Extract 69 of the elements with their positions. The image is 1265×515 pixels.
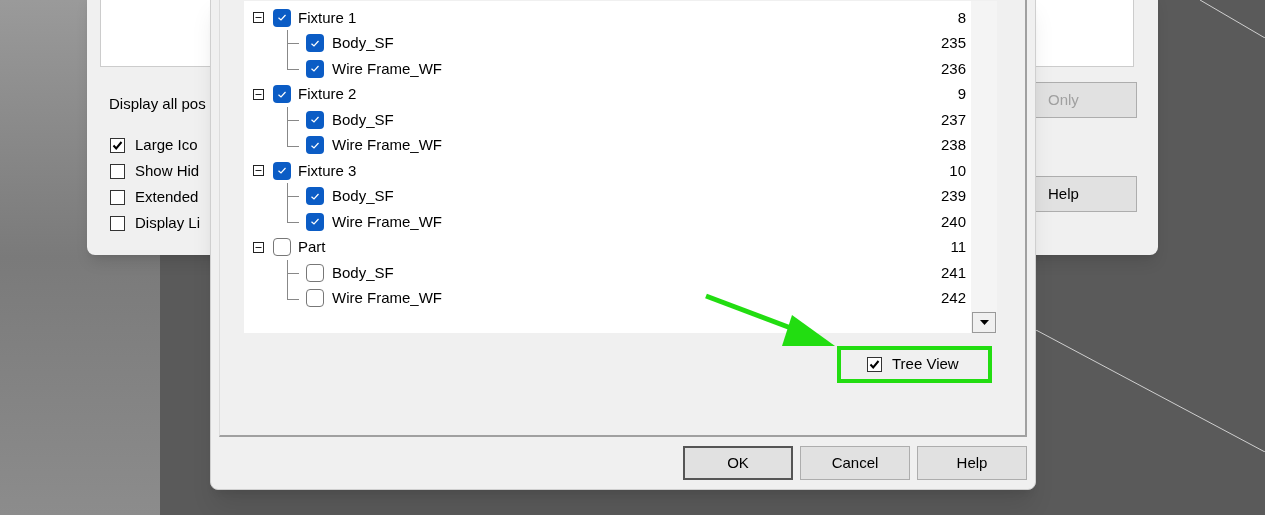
check-icon <box>311 39 319 47</box>
item-number: 9 <box>957 84 966 104</box>
check-icon <box>311 141 319 149</box>
checkbox[interactable] <box>306 59 324 78</box>
tree-item-label[interactable]: Wire Frame_WF <box>332 134 442 157</box>
tree-item-label[interactable]: Body_SF <box>332 32 394 55</box>
tree-item-label[interactable]: Body_SF <box>332 185 394 208</box>
item-number: 237 <box>940 109 966 130</box>
item-number: 241 <box>940 262 966 283</box>
dialog-button[interactable]: Help <box>917 446 1027 480</box>
arrow-icon <box>704 293 836 349</box>
model-edge-line <box>1200 0 1265 38</box>
check-icon <box>278 90 286 98</box>
description-text: Display all pos <box>109 95 206 112</box>
scroll-down-button[interactable] <box>972 312 996 333</box>
checkbox[interactable] <box>110 138 125 153</box>
check-icon <box>311 116 319 124</box>
tree-item-label[interactable]: Wire Frame_WF <box>332 210 442 233</box>
item-number: 242 <box>940 288 966 308</box>
dialog-button[interactable]: Cancel <box>800 446 910 480</box>
option-label: Display Li <box>135 213 201 234</box>
item-number: 8 <box>957 7 966 28</box>
tree-item-label[interactable]: Part <box>298 236 326 259</box>
checkbox[interactable] <box>306 263 324 282</box>
tree-item-label[interactable]: Wire Frame_WF <box>332 287 442 310</box>
tree-item-label[interactable]: Fixture 3 <box>298 159 357 182</box>
checkbox[interactable] <box>110 190 125 205</box>
checkbox[interactable] <box>273 85 291 104</box>
checkbox[interactable] <box>306 289 324 308</box>
item-number: 239 <box>940 186 966 206</box>
check-icon <box>112 140 123 151</box>
check-icon <box>311 218 319 226</box>
tree-item-label[interactable]: Fixture 2 <box>298 83 357 106</box>
checkbox[interactable] <box>110 164 125 179</box>
checkbox[interactable] <box>306 212 324 231</box>
collapse-icon[interactable] <box>253 165 264 177</box>
item-number: 11 <box>950 237 966 257</box>
caret-icon <box>979 320 989 325</box>
checkbox[interactable] <box>306 34 324 53</box>
checkbox[interactable] <box>110 216 125 231</box>
checkbox-label[interactable]: Tree View <box>892 353 959 376</box>
check-icon <box>278 167 286 175</box>
collapse-icon[interactable] <box>253 241 264 253</box>
dialog-button[interactable]: OK <box>683 446 793 480</box>
checkbox[interactable] <box>306 136 324 155</box>
collapse-icon[interactable] <box>253 12 264 24</box>
item-number: 238 <box>940 135 966 155</box>
check-icon <box>278 14 286 22</box>
option-label: Extended <box>135 187 199 208</box>
checkbox[interactable] <box>306 187 324 206</box>
item-number: 10 <box>949 160 966 181</box>
checkbox[interactable] <box>273 8 291 27</box>
checkbox[interactable] <box>273 238 291 257</box>
check-icon <box>311 65 319 73</box>
tree-item-label[interactable]: Wire Frame_WF <box>332 57 442 80</box>
item-number: 235 <box>940 33 966 53</box>
option-label: Show Hid <box>135 161 200 182</box>
checkbox[interactable] <box>306 110 324 129</box>
checkbox[interactable] <box>867 357 882 372</box>
checkbox[interactable] <box>273 161 291 180</box>
tree-item-label[interactable]: Body_SF <box>332 261 394 284</box>
tree-item-label[interactable]: Body_SF <box>332 108 394 131</box>
item-number: 236 <box>940 58 966 79</box>
check-icon <box>311 192 319 200</box>
collapse-icon[interactable] <box>253 88 264 100</box>
item-number: 240 <box>940 211 966 232</box>
check-icon <box>869 359 880 370</box>
tree-item-label[interactable]: Fixture 1 <box>298 6 357 29</box>
option-label: Large Ico <box>135 135 198 156</box>
